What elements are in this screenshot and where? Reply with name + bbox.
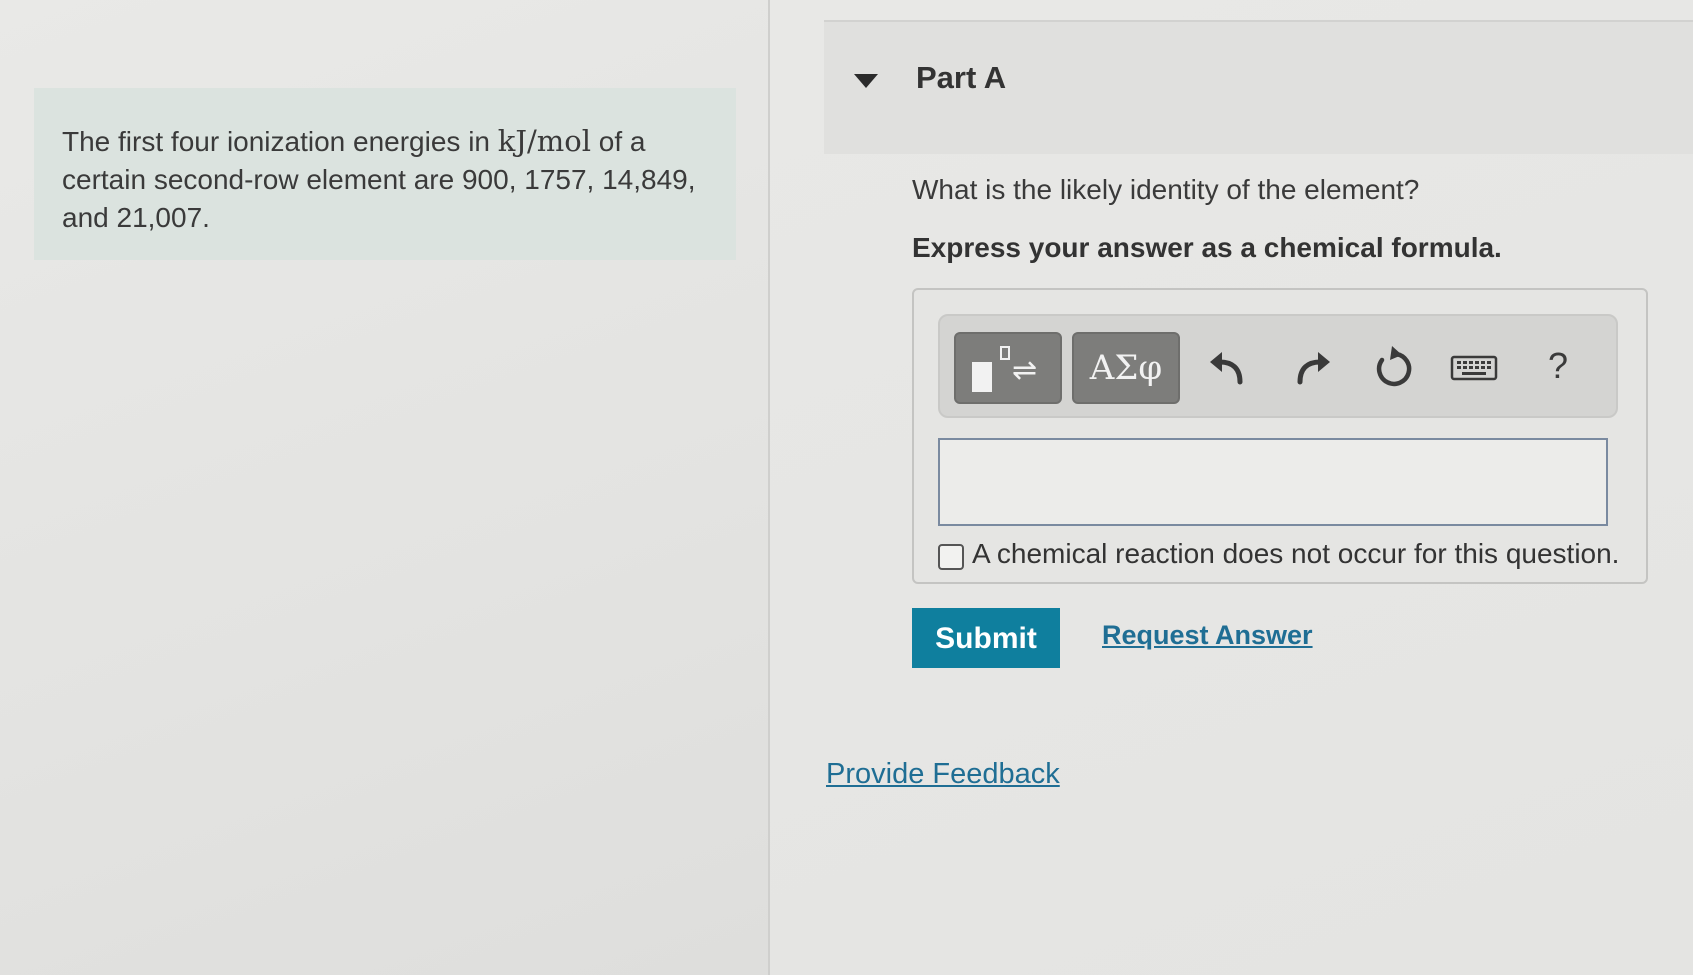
collapse-caret-icon[interactable] <box>854 74 878 88</box>
problem-units: kJ/mol <box>497 124 591 158</box>
problem-text-before: The first four ionization energies in <box>62 126 498 157</box>
template-box-icon <box>972 362 992 392</box>
answer-input[interactable] <box>938 438 1608 526</box>
templates-button[interactable]: ⇌ <box>954 332 1062 404</box>
undo-icon[interactable] <box>1202 342 1254 394</box>
help-icon[interactable]: ? <box>1532 342 1584 394</box>
left-pane: The first four ionization energies in kJ… <box>0 0 770 975</box>
template-superscript-icon <box>1000 346 1010 360</box>
part-header: Part A <box>824 20 1693 154</box>
problem-statement: The first four ionization energies in kJ… <box>34 88 736 260</box>
equation-toolbar: ⇌ ΑΣφ ? <box>938 314 1618 418</box>
request-answer-link[interactable]: Request Answer <box>1102 620 1313 651</box>
part-title: Part A <box>916 60 1007 95</box>
instruction-text: Express your answer as a chemical formul… <box>912 232 1502 263</box>
keyboard-icon[interactable] <box>1448 342 1500 394</box>
reset-icon[interactable] <box>1366 342 1418 394</box>
equilibrium-arrows-icon: ⇌ <box>1012 354 1038 387</box>
no-reaction-checkbox-label[interactable]: A chemical reaction does not occur for t… <box>972 538 1619 570</box>
redo-icon[interactable] <box>1286 342 1338 394</box>
question-text: What is the likely identity of the eleme… <box>912 174 1420 205</box>
provide-feedback-link[interactable]: Provide Feedback <box>826 758 1060 791</box>
answer-panel: ⇌ ΑΣφ ? A chemical reaction does not occ… <box>912 288 1648 584</box>
no-reaction-checkbox[interactable] <box>938 544 964 570</box>
greek-symbols-button[interactable]: ΑΣφ <box>1072 332 1180 404</box>
submit-button[interactable]: Submit <box>912 608 1060 668</box>
